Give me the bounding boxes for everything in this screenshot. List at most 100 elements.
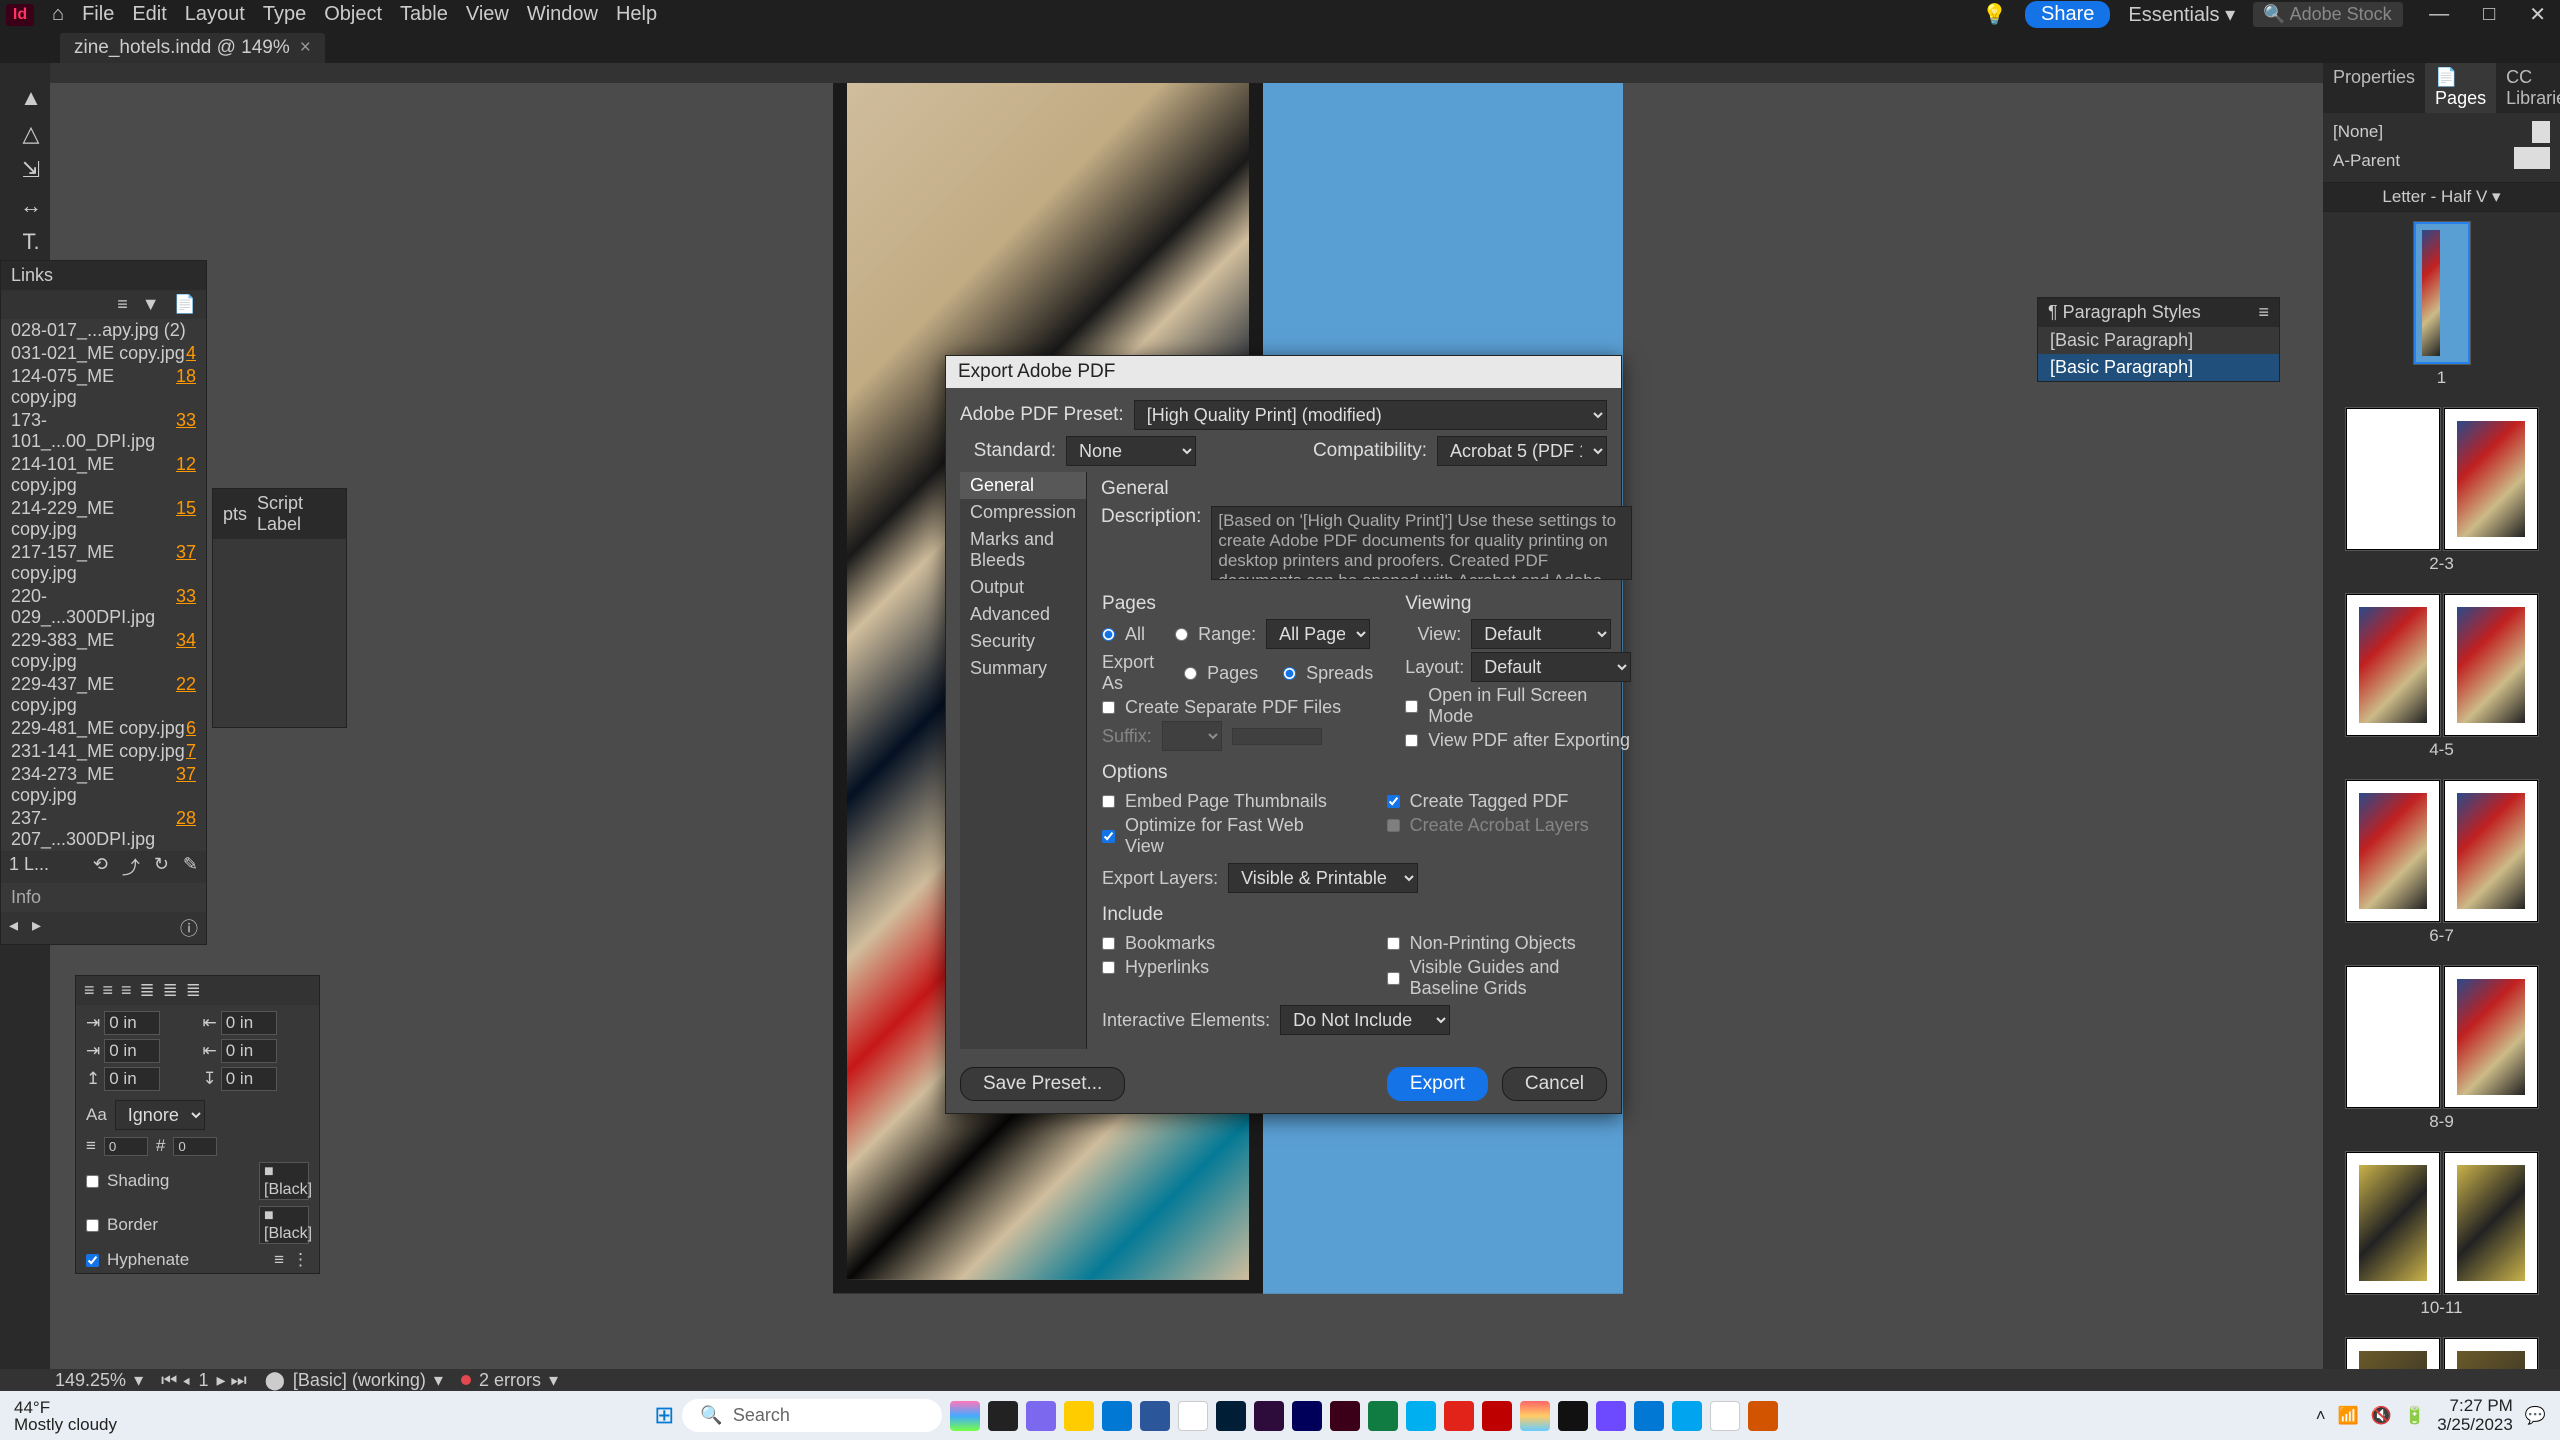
standard-dropdown[interactable]: None: [1066, 436, 1196, 466]
shading-color[interactable]: ■ [Black]: [259, 1162, 309, 1200]
indent-left-input[interactable]: [104, 1011, 160, 1035]
page-thumb-1[interactable]: [2414, 222, 2470, 364]
notifications-icon[interactable]: 💬: [2525, 1406, 2546, 1426]
sidenav-advanced[interactable]: Advanced: [960, 601, 1086, 628]
scripts-panel-header[interactable]: pts Script Label: [213, 489, 346, 539]
para-menu-icon[interactable]: ⋮: [292, 1250, 309, 1270]
page-thumb-3[interactable]: [2444, 408, 2538, 550]
taskbar-app[interactable]: [1672, 1401, 1702, 1431]
export-layers-dropdown[interactable]: Visible & Printable Layers: [1228, 863, 1418, 893]
export-pages-radio[interactable]: [1184, 667, 1197, 680]
space-after-input[interactable]: [221, 1067, 277, 1091]
space-before-input[interactable]: [104, 1067, 160, 1091]
page-thumb-5[interactable]: [2444, 594, 2538, 736]
menu-type[interactable]: Type: [263, 3, 306, 26]
layout-dropdown[interactable]: Default: [1471, 652, 1631, 682]
indent-right-input[interactable]: [221, 1011, 277, 1035]
justify-last-icon[interactable]: ≣: [186, 980, 201, 1001]
page-thumb-6[interactable]: [2346, 780, 2440, 922]
taskbar-app-indesign[interactable]: [1330, 1401, 1360, 1431]
menu-edit[interactable]: Edit: [132, 3, 166, 26]
nonprint-checkbox[interactable]: [1387, 937, 1400, 950]
dropcap-lines-input[interactable]: [104, 1137, 148, 1156]
sidenav-security[interactable]: Security: [960, 628, 1086, 655]
taskbar-app[interactable]: [1368, 1401, 1398, 1431]
type-tool[interactable]: T.: [15, 229, 47, 255]
first-line-input[interactable]: [104, 1039, 160, 1063]
page-thumb-11[interactable]: [2444, 1152, 2538, 1294]
master-none[interactable]: [None]: [2333, 119, 2550, 145]
taskbar-weather[interactable]: 44°F Mostly cloudy: [14, 1399, 117, 1433]
pages-all-radio[interactable]: [1102, 628, 1115, 641]
shading-checkbox[interactable]: [86, 1175, 99, 1188]
direct-selection-tool[interactable]: △: [15, 121, 47, 147]
dropcap-chars-input[interactable]: [173, 1137, 217, 1156]
view-dropdown[interactable]: Default: [1471, 619, 1611, 649]
taskbar-app[interactable]: [1292, 1401, 1322, 1431]
update-link-icon[interactable]: ↻: [154, 854, 169, 880]
page-thumb-10[interactable]: [2346, 1152, 2440, 1294]
share-button[interactable]: Share: [2025, 1, 2110, 28]
volume-icon[interactable]: 🔇: [2371, 1406, 2392, 1426]
taskbar-app[interactable]: [988, 1401, 1018, 1431]
sidenav-summary[interactable]: Summary: [960, 655, 1086, 682]
taskbar-app[interactable]: [1216, 1401, 1246, 1431]
taskbar-app[interactable]: [1140, 1401, 1170, 1431]
links-panel-header[interactable]: Links: [1, 261, 206, 290]
edit-original-icon[interactable]: ✎: [183, 854, 198, 880]
page-thumb-8[interactable]: [2346, 966, 2440, 1108]
close-icon[interactable]: ✕: [2521, 2, 2554, 27]
hyphenate-checkbox[interactable]: [86, 1254, 99, 1267]
hyperlinks-checkbox[interactable]: [1102, 961, 1115, 974]
selection-tool[interactable]: ▲: [15, 85, 47, 111]
tab-cc-libraries[interactable]: CC Libraries: [2496, 63, 2560, 113]
page-thumb-2[interactable]: [2346, 408, 2440, 550]
taskbar-app[interactable]: [1444, 1401, 1474, 1431]
script-label-tab[interactable]: Script Label: [257, 493, 336, 535]
taskbar-app[interactable]: [1520, 1401, 1550, 1431]
create-separate-checkbox[interactable]: [1102, 701, 1115, 714]
home-icon[interactable]: ⌂: [52, 3, 64, 26]
ignore-dropdown[interactable]: Ignore: [115, 1100, 205, 1130]
para-panel-menu-icon[interactable]: ≡: [2258, 302, 2269, 323]
document-tab[interactable]: zine_hotels.indd @ 149% ×: [60, 33, 325, 63]
links-filter-icon[interactable]: ▼: [142, 294, 160, 315]
interactive-dropdown[interactable]: Do Not Include: [1280, 1005, 1450, 1035]
embed-thumbs-checkbox[interactable]: [1102, 795, 1115, 808]
minimize-icon[interactable]: —: [2421, 3, 2457, 26]
page-tool[interactable]: ⇲: [15, 157, 47, 183]
page-thumb-9[interactable]: [2444, 966, 2538, 1108]
scripts-tab[interactable]: pts: [223, 504, 247, 525]
menu-file[interactable]: File: [82, 3, 114, 26]
taskbar-app[interactable]: [1102, 1401, 1132, 1431]
export-button[interactable]: Export: [1387, 1067, 1488, 1101]
border-checkbox[interactable]: [86, 1219, 99, 1232]
taskbar-app[interactable]: [1254, 1401, 1284, 1431]
links-page-icon[interactable]: 📄: [174, 294, 196, 315]
last-line-input[interactable]: [221, 1039, 277, 1063]
justify-icon[interactable]: ≣: [140, 980, 155, 1001]
next-link-icon[interactable]: ▸: [32, 915, 41, 941]
taskbar-app[interactable]: [1748, 1401, 1778, 1431]
sidenav-compression[interactable]: Compression: [960, 499, 1086, 526]
tab-pages[interactable]: 📄 Pages: [2425, 63, 2496, 113]
maximize-icon[interactable]: □: [2475, 3, 2503, 26]
taskbar-clock[interactable]: 7:27 PM 3/25/2023: [2437, 1397, 2513, 1434]
taskbar-app[interactable]: [1710, 1401, 1740, 1431]
border-color[interactable]: ■ [Black]: [259, 1206, 309, 1244]
tray-chevron-icon[interactable]: ˄: [2316, 1406, 2326, 1426]
preflight-profile[interactable]: ⬤ [Basic] (working) ▾: [265, 1370, 443, 1391]
optimize-web-checkbox[interactable]: [1102, 830, 1115, 843]
pages-range-radio[interactable]: [1175, 628, 1188, 641]
links-list[interactable]: 028-017_...apy.jpg (2) 031-021_ME copy.j…: [1, 319, 206, 851]
sidenav-output[interactable]: Output: [960, 574, 1086, 601]
page-thumb-4[interactable]: [2346, 594, 2440, 736]
menu-view[interactable]: View: [466, 3, 509, 26]
page-thumb-7[interactable]: [2444, 780, 2538, 922]
taskbar-app[interactable]: [1026, 1401, 1056, 1431]
taskbar-app[interactable]: [1064, 1401, 1094, 1431]
menu-help[interactable]: Help: [616, 3, 657, 26]
taskbar-app[interactable]: [1482, 1401, 1512, 1431]
page-size-dropdown[interactable]: Letter - Half V ▾: [2323, 183, 2560, 212]
menu-table[interactable]: Table: [400, 3, 448, 26]
